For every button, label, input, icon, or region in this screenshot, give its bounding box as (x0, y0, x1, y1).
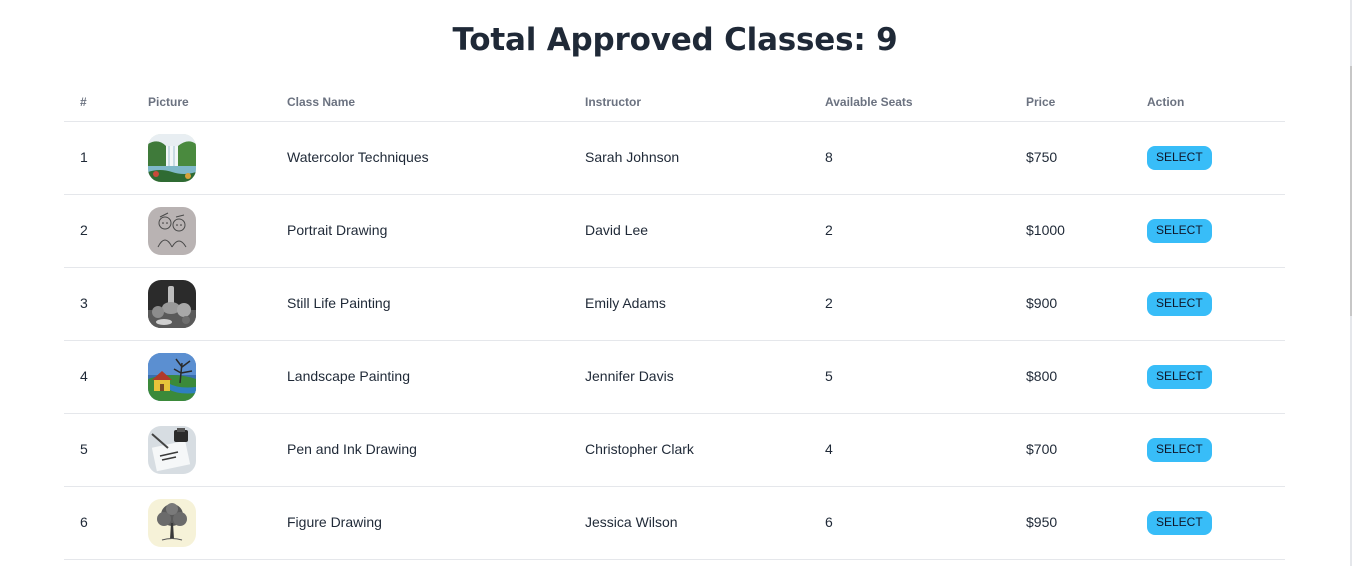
table-row: 6 Figure Drawing Jessica Wilson 6 $950 S… (64, 487, 1285, 560)
price: $700 (1026, 441, 1058, 457)
pen-ink-image (148, 426, 196, 474)
class-thumbnail (148, 353, 196, 401)
action-cell: SELECT (1147, 292, 1212, 316)
header-seats: Available Seats (825, 95, 913, 109)
select-button[interactable]: SELECT (1147, 292, 1212, 316)
action-cell: SELECT (1147, 511, 1212, 535)
price: $950 (1026, 514, 1058, 530)
class-thumbnail (148, 426, 196, 474)
action-cell: SELECT (1147, 219, 1212, 243)
class-name: Figure Drawing (287, 514, 382, 530)
header-picture: Picture (148, 95, 189, 109)
instructor-name: Emily Adams (585, 295, 666, 311)
portrait-sketch-image (148, 207, 196, 255)
available-seats: 6 (825, 514, 833, 530)
action-cell: SELECT (1147, 365, 1212, 389)
class-thumbnail (148, 134, 196, 182)
header-class-name: Class Name (287, 95, 356, 109)
class-thumbnail (148, 207, 196, 255)
waterfall-painting-image (148, 134, 196, 182)
select-button[interactable]: SELECT (1147, 146, 1212, 170)
page-title: Total Approved Classes: 9 (452, 22, 898, 58)
price: $800 (1026, 368, 1058, 384)
row-number: 2 (80, 222, 88, 238)
available-seats: 4 (825, 441, 833, 457)
instructor-name: Jessica Wilson (585, 514, 678, 530)
table-row: 5 Pen and Ink Drawing Christopher Clark … (64, 414, 1285, 487)
price: $750 (1026, 149, 1058, 165)
row-number: 1 (80, 149, 88, 165)
class-name: Still Life Painting (287, 295, 391, 311)
header-price: Price (1026, 95, 1056, 109)
table-row: 2 Portrait Drawing David Lee 2 $1000 SEL… (64, 195, 1285, 268)
available-seats: 8 (825, 149, 833, 165)
instructor-name: Christopher Clark (585, 441, 694, 457)
class-name: Pen and Ink Drawing (287, 441, 417, 457)
available-seats: 2 (825, 295, 833, 311)
table-row: 4 Landscape Painting Jennifer Davis 5 $8… (64, 341, 1285, 414)
table-row: 1 Watercolor Techniques Sarah Johnson 8 … (64, 122, 1285, 195)
header-action: Action (1147, 95, 1185, 109)
class-name: Portrait Drawing (287, 222, 388, 238)
select-button[interactable]: SELECT (1147, 365, 1212, 389)
price: $1000 (1026, 222, 1065, 238)
price: $900 (1026, 295, 1058, 311)
classes-table: # Picture Class Name Instructor Availabl… (64, 84, 1285, 560)
row-number: 5 (80, 441, 88, 457)
row-number: 6 (80, 514, 88, 530)
header-instructor: Instructor (585, 95, 642, 109)
page: Total Approved Classes: 9 # Picture Clas… (0, 0, 1352, 566)
action-cell: SELECT (1147, 146, 1212, 170)
action-cell: SELECT (1147, 438, 1212, 462)
class-name: Landscape Painting (287, 368, 410, 384)
select-button[interactable]: SELECT (1147, 511, 1212, 535)
row-number: 3 (80, 295, 88, 311)
available-seats: 5 (825, 368, 833, 384)
select-button[interactable]: SELECT (1147, 219, 1212, 243)
header-num: # (80, 95, 87, 109)
tree-sketch-image (148, 499, 196, 547)
instructor-name: David Lee (585, 222, 649, 238)
class-thumbnail (148, 499, 196, 547)
table-row: 3 Still Life Painting Emily Adams 2 $900 (64, 268, 1285, 341)
select-button[interactable]: SELECT (1147, 438, 1212, 462)
available-seats: 2 (825, 222, 833, 238)
class-thumbnail (148, 280, 196, 328)
landscape-painting-image (148, 353, 196, 401)
row-number: 4 (80, 368, 88, 384)
instructor-name: Jennifer Davis (585, 368, 674, 384)
instructor-name: Sarah Johnson (585, 149, 680, 165)
class-name: Watercolor Techniques (287, 149, 429, 165)
still-life-image (148, 280, 196, 328)
table-header-row: # Picture Class Name Instructor Availabl… (64, 84, 1285, 122)
